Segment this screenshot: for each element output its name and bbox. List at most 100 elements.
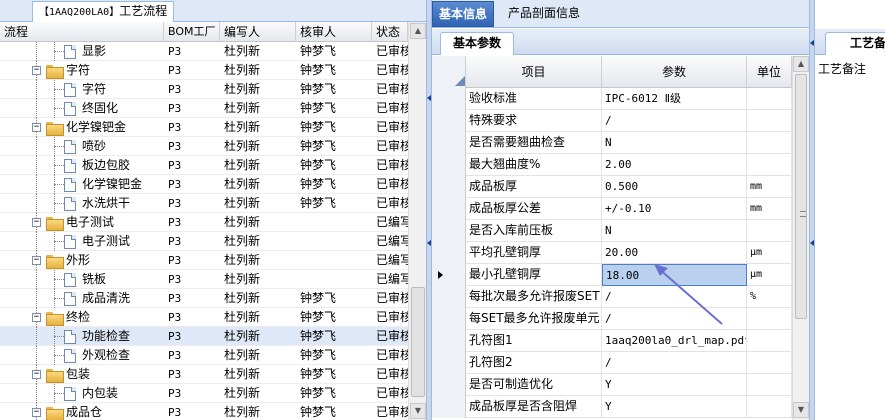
row-indicator[interactable] <box>432 286 466 308</box>
param-value-cell[interactable]: Y <box>602 374 747 396</box>
scroll-down-icon[interactable]: ▼ <box>410 403 426 419</box>
left-vertical-scrollbar[interactable]: ▲ ▼ <box>408 22 426 420</box>
row-indicator[interactable] <box>432 352 466 374</box>
flow-cell[interactable]: − 化学镍钯金 <box>0 118 164 137</box>
table-row[interactable]: 内包装 P3 杜列新 钟梦飞 已审核 <box>0 384 408 403</box>
flow-cell[interactable]: − 终检 <box>0 308 164 327</box>
scroll-thumb[interactable] <box>411 287 425 397</box>
flow-cell[interactable]: 显影 <box>0 42 164 61</box>
collapse-right-icon-2[interactable] <box>810 240 814 246</box>
table-row[interactable]: − 化学镍钯金 P3 杜列新 钟梦飞 已审核 <box>0 118 408 137</box>
flow-cell[interactable]: 电子测试 <box>0 232 164 251</box>
param-value-cell[interactable]: 20.00 <box>602 242 747 264</box>
table-row[interactable]: 孔符图1 1aaq200la0_drl_map.pdf <box>432 330 792 352</box>
column-header-item[interactable]: 项目 <box>466 56 602 88</box>
param-value-cell[interactable]: / <box>602 286 747 308</box>
column-header-reviewer[interactable]: 核审人 <box>296 22 372 42</box>
param-value-cell[interactable]: 2.00 <box>602 154 747 176</box>
column-header-flow[interactable]: 流程 <box>0 22 164 42</box>
collapse-toggle-icon[interactable]: − <box>32 218 41 227</box>
tab-process-flow[interactable]: 【1AAQ200LA0】工艺流程 <box>32 1 175 22</box>
flow-cell[interactable]: 喷砂 <box>0 137 164 156</box>
table-row[interactable]: 板边包胶 P3 杜列新 钟梦飞 已审核 <box>0 156 408 175</box>
row-indicator[interactable] <box>432 330 466 352</box>
table-row[interactable]: 终固化 P3 杜列新 钟梦飞 已审核 <box>0 99 408 118</box>
collapse-left-icon-2[interactable] <box>427 240 431 246</box>
flow-cell[interactable]: 外观检查 <box>0 346 164 365</box>
row-indicator[interactable] <box>432 220 466 242</box>
collapse-left-icon[interactable] <box>427 95 431 101</box>
table-row[interactable]: 每批次最多允许报废SET /% <box>432 286 792 308</box>
column-header-unit[interactable]: 单位 <box>747 56 792 88</box>
subtab-basic-params[interactable]: 基本参数 <box>440 32 515 55</box>
table-row[interactable]: − 字符 P3 杜列新 钟梦飞 已审核 <box>0 61 408 80</box>
row-indicator[interactable] <box>432 198 466 220</box>
table-row[interactable]: 成品板厚公差 +/-0.10 mm <box>432 198 792 220</box>
table-row[interactable]: 字符 P3 杜列新 钟梦飞 已审核 <box>0 80 408 99</box>
flow-cell[interactable]: − 电子测试 <box>0 213 164 232</box>
param-value-cell[interactable]: N <box>602 132 747 154</box>
scroll-up-icon[interactable]: ▲ <box>410 23 426 39</box>
param-value-cell[interactable]: IPC-6012 Ⅱ级 <box>602 88 747 110</box>
tab-basic-info[interactable]: 基本信息 <box>432 1 495 27</box>
row-indicator[interactable] <box>432 264 466 286</box>
param-value-cell[interactable]: Y <box>602 396 747 418</box>
collapse-toggle-icon[interactable]: − <box>32 313 41 322</box>
scroll-up-icon[interactable]: ▲ <box>793 56 809 72</box>
flow-cell[interactable]: 终固化 <box>0 99 164 118</box>
flow-cell[interactable]: 成品清洗 <box>0 289 164 308</box>
table-row[interactable]: − 电子测试 P3 杜列新 已编写 <box>0 213 408 232</box>
flow-cell[interactable]: 水洗烘干 <box>0 194 164 213</box>
flow-cell[interactable]: 功能检查 <box>0 327 164 346</box>
flow-cell[interactable]: − 成品仓 <box>0 403 164 420</box>
row-indicator[interactable] <box>432 176 466 198</box>
column-header-bom[interactable]: BOM工厂 <box>164 22 220 42</box>
table-row[interactable]: − 终检 P3 杜列新 钟梦飞 已审核 <box>0 308 408 327</box>
tab-process-remarks[interactable]: 工艺备注 <box>825 32 885 55</box>
table-row[interactable]: − 包装 P3 杜列新 钟梦飞 已审核 <box>0 365 408 384</box>
row-indicator[interactable] <box>432 396 466 418</box>
param-value-cell[interactable]: / <box>602 352 747 374</box>
table-row[interactable]: 特殊要求 / <box>432 110 792 132</box>
table-row[interactable]: 显影 P3 杜列新 钟梦飞 已审核 <box>0 42 408 61</box>
table-row[interactable]: 成品板厚是否含阻焊 Y <box>432 396 792 418</box>
row-indicator[interactable] <box>432 154 466 176</box>
flow-cell[interactable]: − 字符 <box>0 61 164 80</box>
table-row[interactable]: 水洗烘干 P3 杜列新 钟梦飞 已审核 <box>0 194 408 213</box>
table-row[interactable]: 功能检查 P3 杜列新 钟梦飞 已审核 <box>0 327 408 346</box>
row-indicator[interactable] <box>432 374 466 396</box>
collapse-toggle-icon[interactable]: − <box>32 66 41 75</box>
row-indicator[interactable] <box>432 308 466 330</box>
row-indicator[interactable] <box>432 88 466 110</box>
table-row[interactable]: 成品板厚 0.500 mm <box>432 176 792 198</box>
table-row[interactable]: 最小孔壁铜厚 18.00 μm <box>432 264 792 286</box>
table-row[interactable]: 每SET最多允许报废单元 / <box>432 308 792 330</box>
param-value-input[interactable]: 18.00 <box>602 264 747 286</box>
column-header-status[interactable]: 状态 <box>372 22 408 42</box>
tab-product-profile[interactable]: 产品剖面信息 <box>502 1 586 27</box>
flow-cell[interactable]: 铣板 <box>0 270 164 289</box>
scroll-thumb[interactable] <box>795 74 807 319</box>
table-row[interactable]: − 外形 P3 杜列新 已编写 <box>0 251 408 270</box>
table-row[interactable]: 是否入库前压板 N <box>432 220 792 242</box>
table-row[interactable]: 电子测试 P3 杜列新 已编写 <box>0 232 408 251</box>
param-value-cell[interactable]: N <box>602 220 747 242</box>
table-row[interactable]: 是否可制造优化 Y <box>432 374 792 396</box>
collapse-toggle-icon[interactable]: − <box>32 123 41 132</box>
table-row[interactable]: 化学镍钯金 P3 杜列新 钟梦飞 已审核 <box>0 175 408 194</box>
table-row[interactable]: 平均孔壁铜厚 20.00 μm <box>432 242 792 264</box>
table-row[interactable]: 成品清洗 P3 杜列新 钟梦飞 已审核 <box>0 289 408 308</box>
param-value-cell[interactable]: +/-0.10 <box>602 198 747 220</box>
column-header-writer[interactable]: 编写人 <box>220 22 296 42</box>
row-indicator[interactable] <box>432 132 466 154</box>
collapse-right-icon[interactable] <box>810 40 814 46</box>
param-value-cell[interactable]: 0.500 <box>602 176 747 198</box>
table-row[interactable]: 铣板 P3 杜列新 已编写 <box>0 270 408 289</box>
middle-vertical-scrollbar[interactable]: ▲ ▼ <box>792 56 809 420</box>
param-value-cell[interactable]: / <box>602 110 747 132</box>
collapse-toggle-icon[interactable]: − <box>32 408 41 417</box>
row-indicator[interactable] <box>432 110 466 132</box>
flow-cell[interactable]: 板边包胶 <box>0 156 164 175</box>
table-row[interactable]: 喷砂 P3 杜列新 钟梦飞 已审核 <box>0 137 408 156</box>
table-row[interactable]: − 成品仓 P3 杜列新 钟梦飞 已审核 <box>0 403 408 420</box>
